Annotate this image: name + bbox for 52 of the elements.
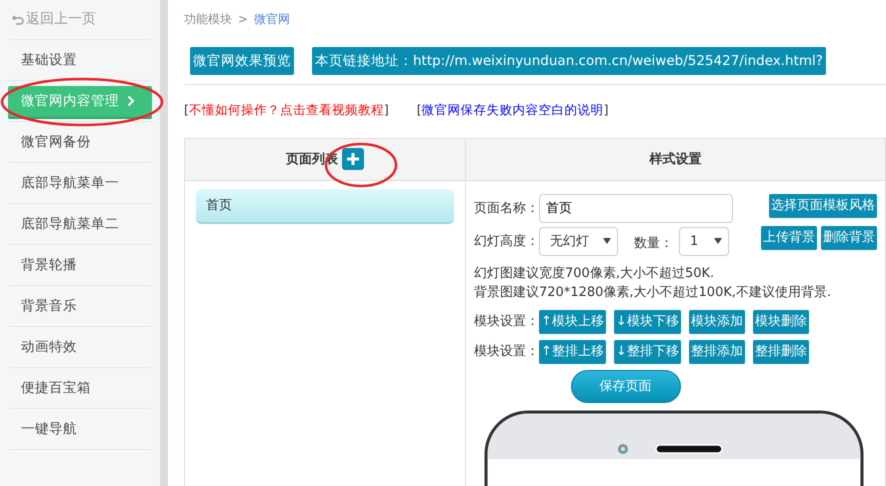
sidebar-item[interactable]: 一键导航 <box>8 418 77 440</box>
hint-text: 幻灯图建议宽度700像素,大小不超过50K. <box>474 264 716 283</box>
field-label: 模块设置： <box>474 313 539 331</box>
sidebar-item[interactable]: 基础设置 <box>8 50 77 70</box>
module-button[interactable]: ↑整排上移 <box>539 340 606 364</box>
dropdown-arrow-icon <box>603 238 611 244</box>
column-title: 样式设置 <box>650 150 702 168</box>
preview-button[interactable]: 微官网效果预览 <box>190 47 294 75</box>
sidebar-item[interactable]: 底部导航菜单二 <box>8 214 119 234</box>
module-button[interactable]: 模块删除 <box>752 310 809 334</box>
field-label: 幻灯高度： <box>474 232 539 250</box>
back-link[interactable]: 返回上一页 <box>8 0 152 39</box>
field-label: 模块设置： <box>474 343 539 361</box>
help-link[interactable]: 不懂如何操作？点击查看视频教程 <box>188 102 384 117</box>
hint-text: 背景图建议720*1280像素,大小不超过100K,不建议使用背景. <box>474 284 832 302</box>
upload-background-button[interactable]: 上传背景 <box>761 226 817 250</box>
bracket: ] <box>604 102 609 117</box>
module-button[interactable]: ↑模块上移 <box>539 310 606 334</box>
breadcrumb-current: 微官网 <box>254 11 290 28</box>
page-name-field[interactable]: 首页 <box>539 194 733 223</box>
sidebar-item[interactable]: 背景音乐 <box>8 296 77 316</box>
page-link-button[interactable]: 本页链接地址：http://m.weixinyunduan.com.cn/weiweb/525427/index.html? <box>312 47 826 75</box>
sidebar-item[interactable]: 微官网内容管理 <box>8 86 152 116</box>
sidebar-item[interactable]: 动画特效 <box>8 336 77 358</box>
template-button[interactable]: 选择页面模板风格 <box>769 194 877 218</box>
back-arrow-icon <box>12 14 24 26</box>
count-select[interactable]: 1 <box>679 226 729 256</box>
chevron-icon <box>127 95 135 107</box>
save-button[interactable]: 保存页面 <box>570 370 680 403</box>
field-label: 页面名称： <box>474 200 539 218</box>
page-list-item[interactable]: 首页 <box>196 188 454 224</box>
breadcrumb-separator: > <box>238 11 248 28</box>
bracket: [ <box>184 102 189 117</box>
field-label: 数量： <box>634 234 673 252</box>
module-button[interactable]: ↓模块下移 <box>614 310 681 334</box>
help-link[interactable]: 微官网保存失败内容空白的说明 <box>422 102 604 117</box>
module-button[interactable]: 整排添加 <box>688 340 745 364</box>
sidebar-item[interactable]: 背景轮播 <box>8 254 77 276</box>
add-button[interactable] <box>342 148 364 170</box>
module-button[interactable]: 模块添加 <box>688 310 745 334</box>
delete-background-button[interactable]: 删除背景 <box>821 226 877 250</box>
bracket: ] <box>384 102 389 117</box>
dropdown-arrow-icon <box>714 238 722 244</box>
sidebar-item[interactable]: 底部导航菜单一 <box>8 172 119 194</box>
plus-icon <box>346 152 360 166</box>
breadcrumb-link[interactable]: 功能模块 <box>184 10 232 28</box>
module-button[interactable]: 整排删除 <box>752 340 809 364</box>
slide-height-select[interactable]: 无幻灯 <box>539 226 618 256</box>
sidebar-item[interactable]: 微官网备份 <box>8 132 91 152</box>
bracket: [ <box>416 102 422 117</box>
module-button[interactable]: ↓整排下移 <box>614 340 681 364</box>
sidebar-item[interactable]: 便捷百宝箱 <box>8 378 91 398</box>
